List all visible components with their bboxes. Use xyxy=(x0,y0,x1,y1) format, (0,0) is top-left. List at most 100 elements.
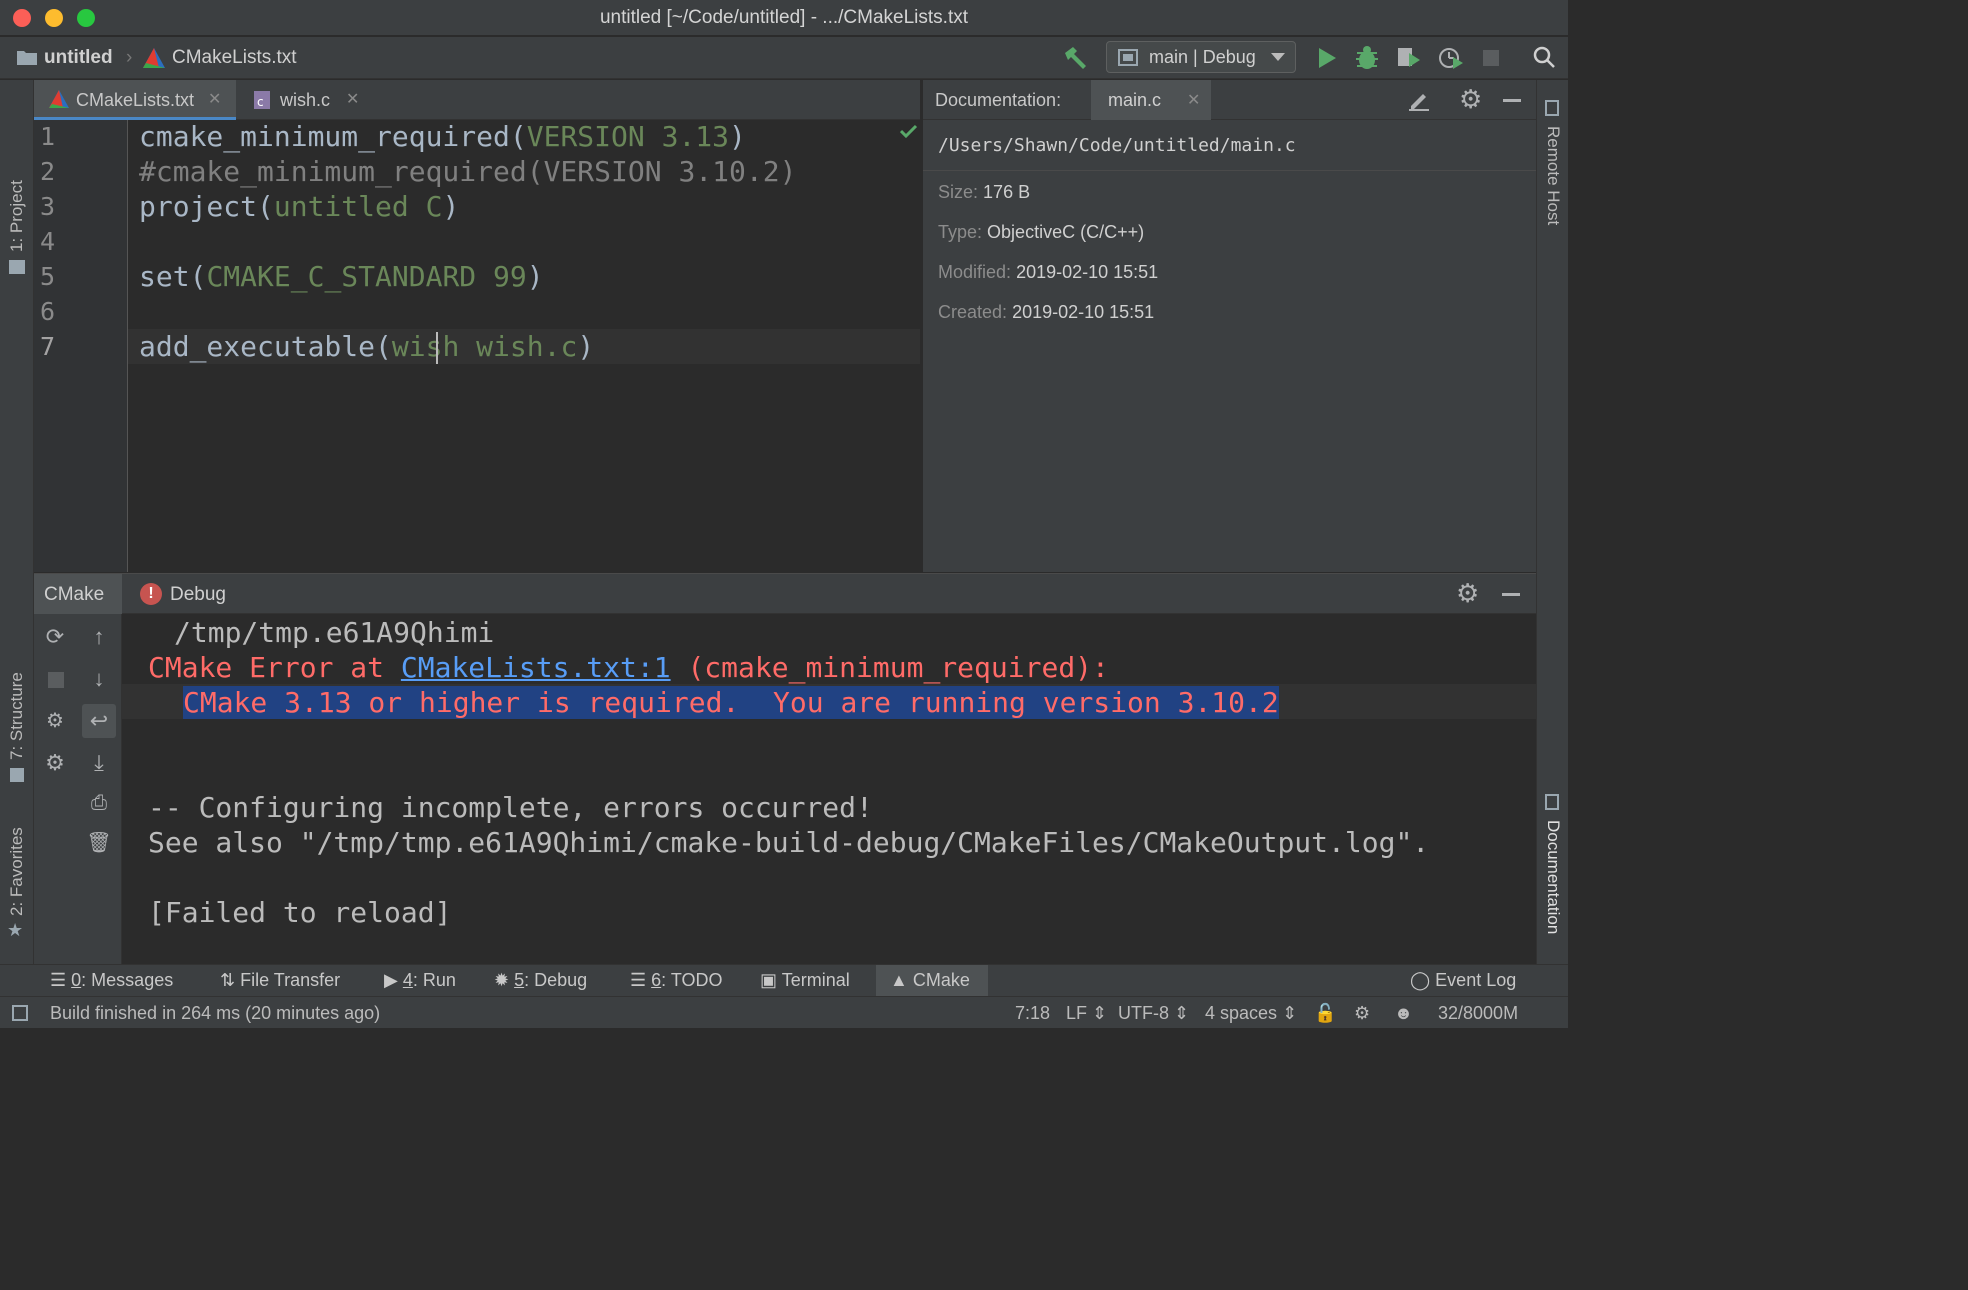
todo-tool-button[interactable]: ☰ 6: TODO xyxy=(630,965,723,996)
star-icon: ★ xyxy=(7,920,24,940)
search-icon[interactable] xyxy=(1532,45,1556,69)
left-tool-strip: 1: Project 7: Structure 2: Favorites ★ xyxy=(0,80,34,964)
documentation-tool-button[interactable]: Documentation xyxy=(1543,820,1563,934)
profiler-icon[interactable] xyxy=(1438,45,1464,71)
messages-tool-button[interactable]: ☰ 0: Messages xyxy=(50,965,173,996)
debug-bug-icon[interactable] xyxy=(1354,45,1380,71)
cmake-file-icon xyxy=(49,90,69,108)
close-tab-icon[interactable]: ✕ xyxy=(1187,90,1200,110)
run-configuration-select[interactable]: main | Debug xyxy=(1106,41,1296,73)
run-icon[interactable] xyxy=(1316,46,1338,70)
settings-update-icon[interactable]: ⚙ xyxy=(1354,997,1370,1029)
list-icon: ☰ xyxy=(630,970,647,990)
close-tab-icon[interactable]: ✕ xyxy=(208,80,221,120)
run-configuration-label: main | Debug xyxy=(1149,47,1256,67)
navigation-bar: untitled › CMakeLists.txt main | Debug xyxy=(0,37,1568,79)
breadcrumb-separator-icon: › xyxy=(126,47,133,68)
stop-icon[interactable] xyxy=(1483,50,1499,66)
line-separator-select[interactable]: LF ⇕ xyxy=(1066,997,1107,1029)
line-number: 3 xyxy=(40,192,56,221)
code-line-2: #cmake_minimum_required(VERSION 3.10.2) xyxy=(139,155,797,188)
event-log-tool-button[interactable]: ◯ Event Log xyxy=(1410,965,1516,996)
doc-modified-row: Modified: 2019-02-10 15:51 xyxy=(938,262,1159,282)
maximize-window-button[interactable] xyxy=(77,9,95,27)
run-tool-button[interactable]: ▶ 4: Run xyxy=(384,965,456,996)
doc-size-row: Size: 176 B xyxy=(938,182,1031,202)
run-icon: ▶ xyxy=(384,970,398,990)
code-line-5: set(CMAKE_C_STANDARD 99) xyxy=(139,260,544,293)
print-icon[interactable]: ⎙ xyxy=(84,788,114,818)
console-line: [Failed to reload] xyxy=(148,896,452,929)
toggle-tool-windows-icon[interactable] xyxy=(12,1005,28,1021)
code-editor[interactable]: 1 2 3 4 5 6 7 cmake_minimum_required(VER… xyxy=(34,120,920,572)
run-with-coverage-icon[interactable] xyxy=(1396,45,1422,71)
minimize-panel-icon[interactable] xyxy=(1503,99,1521,102)
code-line-3: project(untitled C) xyxy=(139,190,460,223)
reload-icon[interactable]: ⟳ xyxy=(40,622,70,652)
code-line-7: add_executable(wish wish.c) xyxy=(139,330,595,363)
gear-icon[interactable]: ⚙ xyxy=(1459,84,1482,115)
tab-wish-c[interactable]: c wish.c ✕ xyxy=(238,80,368,120)
file-transfer-tool-button[interactable]: ⇅ File Transfer xyxy=(220,965,340,996)
cmake-settings-icon[interactable]: ⚙ xyxy=(40,706,70,736)
line-number: 2 xyxy=(40,157,56,186)
breadcrumb-file[interactable]: CMakeLists.txt xyxy=(172,37,297,79)
terminal-tool-button[interactable]: ▣ Terminal xyxy=(760,965,850,996)
tab-cmake[interactable]: CMake xyxy=(34,574,122,614)
line-number: 4 xyxy=(40,227,56,256)
trash-icon[interactable]: 🗑 xyxy=(84,828,114,858)
scroll-to-end-icon[interactable]: ⤓ xyxy=(84,748,114,778)
documentation-label: Documentation: xyxy=(935,90,1062,110)
updown-icon: ⇕ xyxy=(1174,1003,1190,1023)
tool-window-bar: ☰ 0: Messages ⇅ File Transfer ▶ 4: Run ✹… xyxy=(0,964,1568,996)
project-tool-button[interactable]: 1: Project xyxy=(7,180,27,252)
updown-icon: ⇕ xyxy=(1282,1003,1298,1023)
cmake-tool-button[interactable]: ▲ CMake xyxy=(876,965,988,996)
console-error-line: CMake Error at CMakeLists.txt:1 (cmake_m… xyxy=(148,651,1109,684)
bug-icon: ✹ xyxy=(494,970,510,990)
gear-icon[interactable]: ⚙ xyxy=(1456,578,1479,609)
cmake-tool-window: CMake ! Debug ⚙ ⟳ ↑ ↓ ⚙ ↩ ⚙ ⤓ ⎙ 🗑 /tmp/t… xyxy=(34,573,1536,964)
documentation-icon xyxy=(1545,794,1559,810)
encoding-select[interactable]: UTF-8 ⇕ xyxy=(1118,997,1189,1029)
minimize-window-button[interactable] xyxy=(45,9,63,27)
doc-tab-main-c[interactable]: main.c ✕ xyxy=(1091,80,1211,120)
minimize-panel-icon[interactable] xyxy=(1502,593,1520,596)
cmake-toolbar: ⟳ ↑ ↓ ⚙ ↩ ⚙ ⤓ ⎙ 🗑 xyxy=(34,614,122,964)
transfer-icon: ⇅ xyxy=(220,970,236,990)
debug-tool-button[interactable]: ✹ 5: Debug xyxy=(494,965,587,996)
favorites-tool-button[interactable]: 2: Favorites xyxy=(7,827,27,916)
memory-indicator[interactable]: 32/8000M xyxy=(1438,997,1518,1029)
inspector-icon[interactable]: ☻ xyxy=(1394,997,1413,1029)
remote-host-tool-button[interactable]: Remote Host xyxy=(1543,126,1563,225)
cmake-icon: ▲ xyxy=(890,970,908,990)
line-number: 6 xyxy=(40,297,56,326)
settings-icon[interactable]: ⚙ xyxy=(40,748,70,778)
code-line-1: cmake_minimum_required(VERSION 3.13) xyxy=(139,120,746,153)
arrow-down-icon[interactable]: ↓ xyxy=(84,664,114,694)
doc-created-row: Created: 2019-02-10 15:51 xyxy=(938,302,1155,322)
arrow-up-icon[interactable]: ↑ xyxy=(84,622,114,652)
documentation-path: /Users/Shawn/Code/untitled/main.c xyxy=(938,135,1296,156)
close-tab-icon[interactable]: ✕ xyxy=(346,80,359,120)
console-link[interactable]: CMakeLists.txt:1 xyxy=(401,651,671,684)
tab-cmakelists[interactable]: CMakeLists.txt ✕ xyxy=(34,80,236,120)
project-folder-icon xyxy=(9,260,25,274)
structure-tool-button[interactable]: 7: Structure xyxy=(7,672,27,760)
editor-tabs: CMakeLists.txt ✕ c wish.c ✕ xyxy=(34,80,920,120)
tab-debug[interactable]: ! Debug xyxy=(126,574,246,614)
config-window-icon xyxy=(1118,49,1138,66)
stop-icon[interactable] xyxy=(48,672,64,688)
soft-wrap-icon[interactable]: ↩ xyxy=(82,704,116,738)
structure-icon xyxy=(10,768,24,782)
breadcrumb-project[interactable]: untitled xyxy=(44,37,113,79)
documentation-header: Documentation: main.c ✕ ⚙ xyxy=(923,80,1537,120)
lock-icon[interactable]: 🔓 xyxy=(1314,997,1336,1029)
tab-label: CMake xyxy=(44,584,105,605)
edit-pencil-icon[interactable] xyxy=(1407,89,1431,111)
close-window-button[interactable] xyxy=(13,9,31,27)
doc-tab-label: main.c xyxy=(1108,90,1162,110)
caret-position[interactable]: 7:18 xyxy=(1015,997,1050,1029)
indent-select[interactable]: 4 spaces ⇕ xyxy=(1205,997,1297,1029)
build-hammer-icon[interactable] xyxy=(1062,45,1088,71)
